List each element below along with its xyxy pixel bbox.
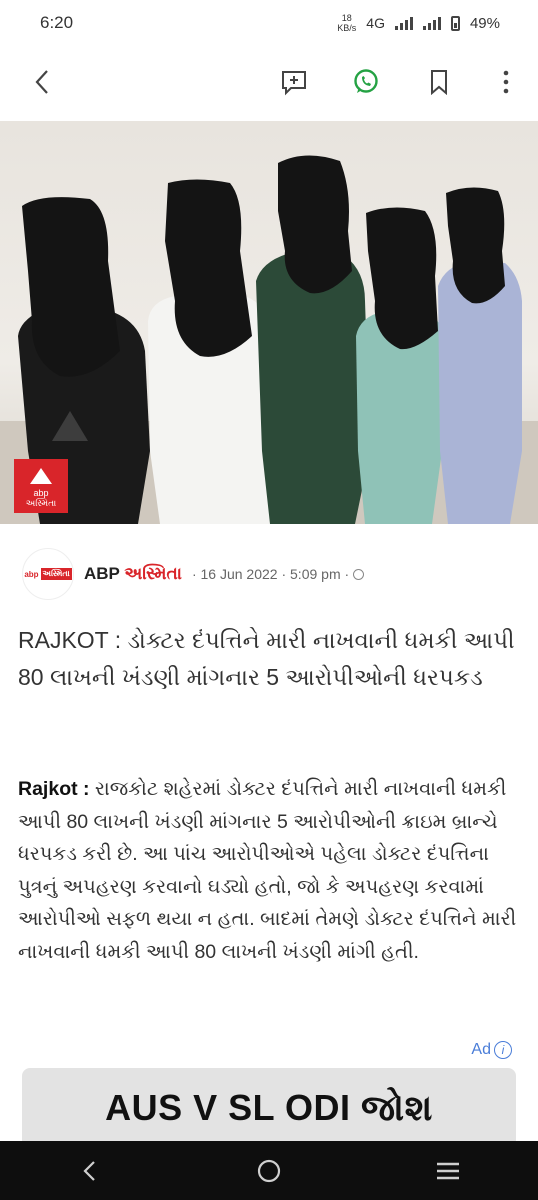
body-text: રાજકોટ શહેરમાં ડોક્ટર દંપત્તિને મારી નાખ… [18,778,517,963]
add-comment-icon[interactable] [278,66,310,98]
publisher-name[interactable]: ABP અસ્મિતા [84,564,182,584]
article-toolbar [0,50,538,114]
network-type: 4G [366,15,385,31]
suspect-5 [438,187,522,524]
battery-percent: 49% [469,14,500,32]
nav-recents-icon[interactable] [424,1147,472,1195]
network-speed: 18 KB/s [337,13,357,33]
ad-banner-text: AUS V SL ODI જોશ [105,1086,433,1128]
system-nav-bar [0,1141,538,1200]
hero-photo [0,155,538,524]
status-bar: 6:20 18 KB/s 4G 49% [0,0,538,46]
status-icons: 18 KB/s 4G 49% [337,13,500,33]
nav-back-icon[interactable] [66,1147,114,1195]
globe-icon [353,568,365,580]
suspect-4 [356,207,445,524]
signal-icon [394,16,413,30]
battery-icon [450,15,460,31]
body-dateline: Rajkot : [18,778,90,800]
signal-icon-2 [422,16,441,30]
ad-info-icon[interactable]: i [494,1041,512,1059]
more-icon[interactable] [490,66,522,98]
article-body: Rajkot : રાજકોટ શહેરમાં ડોક્ટર દંપત્તિને… [18,773,522,968]
abp-watermark-logo: abp અસ્મિતા [14,459,68,513]
publish-date: · 16 Jun 2022 · 5:09 pm · [191,566,350,582]
publish-meta: · 16 Jun 2022 · 5:09 pm · [191,566,365,582]
suspect-3 [256,155,370,524]
status-time: 6:20 [40,13,74,32]
bookmark-icon[interactable] [423,66,455,98]
article-byline: abp અસ્મિતા ABP અસ્મિતા · 16 Jun 2022 · 5… [22,548,522,600]
back-icon[interactable] [26,66,58,98]
ad-banner[interactable]: AUS V SL ODI જોશ [22,1068,516,1148]
ad-label[interactable]: Ad i [471,1041,512,1059]
article-hero-image[interactable]: abp અસ્મિતા [0,121,538,524]
publisher-avatar[interactable]: abp અસ્મિતા [22,548,74,600]
article-headline: RAJKOT : ડોક્ટર દંપત્તિને મારી નાખવાની ધ… [18,627,515,690]
whatsapp-icon[interactable] [350,66,382,98]
nav-home-icon[interactable] [245,1147,293,1195]
